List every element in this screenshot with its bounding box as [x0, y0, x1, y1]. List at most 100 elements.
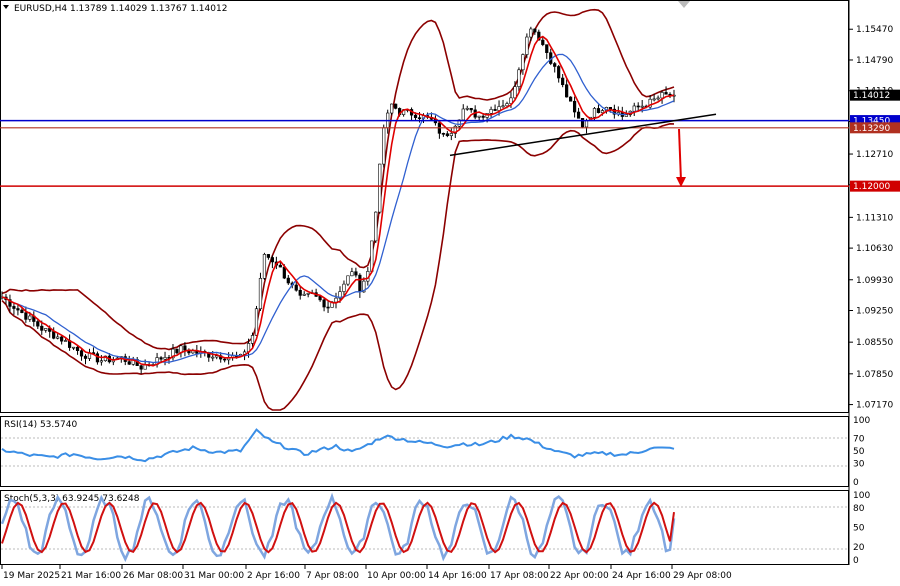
time-axis: 19 Mar 2025 21 Mar 16:00 26 Mar 08:00 31 Ma… [1, 565, 732, 581]
candle-body [461, 108, 465, 121]
candle-body [394, 103, 398, 109]
candle-body [40, 325, 44, 331]
stoch-tick-label: 20 [853, 543, 865, 553]
time-tick-label: 24 Apr 16:00 [612, 571, 671, 581]
candle-body [254, 308, 259, 336]
candle-body [493, 109, 497, 111]
candle-body [513, 86, 517, 99]
candle-body [64, 340, 68, 342]
candle-body [517, 69, 521, 87]
time-tick-label: 31 Mar 00:00 [184, 571, 244, 581]
rsi-tick-label: 50 [853, 447, 865, 457]
stoch-title: Stoch(5,3,3) 63.9245 73.6248 [4, 494, 140, 504]
candle-body [75, 346, 80, 351]
candle-body [139, 365, 143, 370]
brown-level-label: 1.13290 [853, 124, 890, 134]
stoch-tick-label: 50 [853, 524, 865, 534]
candle-body [282, 266, 286, 279]
candle-body [266, 254, 271, 258]
candle-body [390, 103, 394, 114]
chart-shift-marker-icon[interactable] [678, 1, 690, 8]
candle-body [211, 356, 215, 359]
candle-body [326, 306, 330, 309]
candle-body [374, 211, 378, 242]
candle-body [342, 283, 346, 292]
candle-body [576, 111, 581, 119]
candle-body [652, 98, 656, 101]
candle-body [223, 358, 227, 361]
rsi-axis: 100 70 50 30 0 [853, 416, 870, 488]
time-tick-label: 19 Mar 2025 [3, 571, 60, 581]
candle-body [632, 105, 636, 112]
candle-body [565, 84, 569, 98]
candle-body [413, 114, 418, 118]
rsi-tick-label: 0 [853, 478, 859, 488]
time-tick-label: 22 Apr 00:00 [550, 571, 609, 581]
rsi-tick-label: 100 [853, 416, 870, 426]
slow-ma-line [1, 53, 675, 364]
current-price-tag: 1.14012 [850, 89, 900, 101]
candle-body [286, 277, 290, 284]
time-tick-label: 26 Mar 08:00 [123, 571, 183, 581]
price-chart[interactable]: EURUSD,H4 1.13789 1.14029 1.13767 1.1401… [0, 0, 900, 586]
candle-body [163, 357, 167, 360]
candle-body [505, 103, 509, 107]
rsi-tick-label: 30 [853, 459, 865, 469]
candle-body [481, 115, 485, 118]
time-tick-label: 21 Mar 16:00 [61, 571, 121, 581]
candle-body [334, 297, 338, 303]
candle-body [636, 105, 640, 108]
price-tick-label: 1.15470 [856, 25, 893, 35]
candle-body [28, 315, 32, 320]
candle-body [660, 92, 664, 99]
bollinger-lower-line [1, 122, 675, 411]
symbol-title: EURUSD,H4 1.13789 1.14029 1.13767 1.1401… [14, 4, 227, 14]
candle-body [175, 348, 179, 354]
candle-body [322, 299, 326, 308]
candle-body [159, 357, 163, 360]
down-arrow-icon [676, 128, 686, 187]
candle-body [306, 292, 310, 295]
rsi-line [1, 428, 675, 463]
rsi-tick-label: 70 [853, 435, 865, 445]
candle-body [358, 274, 362, 293]
time-tick-label: 10 Apr 00:00 [367, 571, 426, 581]
candle-body [79, 350, 84, 357]
candle-body [553, 63, 557, 67]
candle-body [521, 54, 525, 71]
candle-body [441, 133, 445, 135]
price-tick-label: 1.09250 [856, 307, 893, 317]
candle-body [545, 44, 549, 53]
price-tick-label: 1.08550 [856, 338, 893, 348]
candle-body [262, 254, 267, 279]
candle-body [250, 335, 255, 344]
red-level-tag: 1.12000 [850, 180, 900, 192]
price-tick-label: 1.09930 [856, 276, 893, 286]
candle-body [624, 114, 628, 117]
red-level-label: 1.12000 [853, 182, 890, 192]
candle-body [44, 328, 48, 331]
candle-body [60, 336, 64, 342]
candle-body [382, 127, 386, 165]
candle-body [294, 284, 298, 291]
moving-averages [1, 35, 675, 367]
candle-body [640, 105, 644, 108]
time-tick-label: 29 Apr 08:00 [673, 571, 732, 581]
candle-body [592, 108, 597, 118]
candle-body [533, 28, 537, 33]
candle-body [16, 308, 20, 311]
candle-body [561, 77, 565, 86]
candle-body [12, 306, 16, 309]
candle-body [541, 39, 545, 45]
price-tick-label: 1.10630 [856, 244, 893, 254]
candle-body [99, 360, 104, 363]
candle-body [469, 107, 473, 111]
rsi-panel-frame [0, 416, 849, 487]
candle-body [501, 105, 505, 108]
candle-body [525, 36, 529, 55]
bollinger-bands [1, 8, 675, 411]
candle-body [127, 361, 131, 365]
candle-body [354, 271, 358, 276]
brown-level-tag: 1.13290 [850, 122, 900, 134]
dropdown-triangle-icon[interactable] [3, 5, 9, 9]
